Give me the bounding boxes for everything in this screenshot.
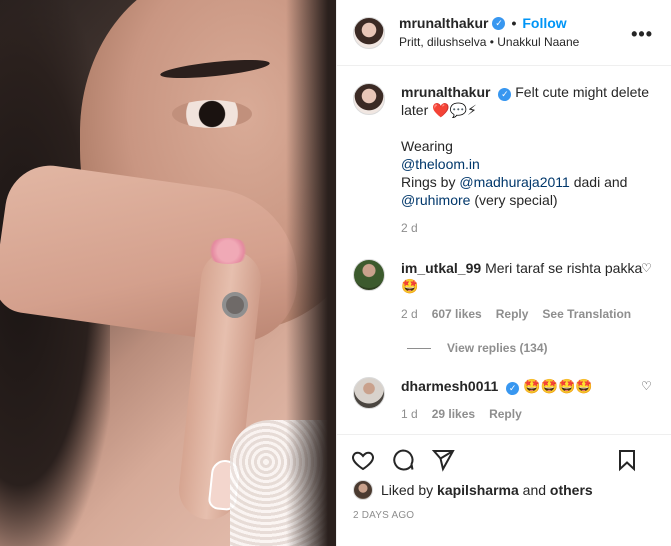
comment-text: 🤩🤩🤩🤩 [523, 378, 593, 394]
caption-emojis: ❤️💬⚡ [432, 102, 477, 118]
liked-by-prefix: Liked by [381, 482, 434, 498]
comment-username[interactable]: dharmesh0011 [401, 378, 498, 394]
see-translation-button[interactable]: See Translation [542, 305, 631, 323]
likes-summary: Liked by kapilsharma and others [353, 480, 655, 500]
more-options-icon[interactable]: ••• [631, 24, 653, 45]
rings-suffix: dadi and [573, 174, 628, 190]
share-paper-plane-icon[interactable] [431, 448, 455, 472]
media-eye [172, 100, 252, 128]
ruhi-tag-link[interactable]: @ruhimore [401, 192, 470, 208]
caption-username[interactable]: mrunalthakur [401, 84, 490, 100]
tagged-people[interactable]: Pritt, dilushselva [399, 35, 486, 49]
media-ring [222, 292, 248, 318]
verified-badge-icon: ✓ [498, 88, 512, 101]
audio-name[interactable]: Unakkul Naane [497, 35, 579, 49]
post-media-image[interactable] [0, 0, 336, 546]
view-replies-button[interactable]: View replies (134) [407, 341, 655, 355]
author-avatar[interactable] [353, 16, 385, 49]
media-hair-right [286, 0, 336, 546]
commenter-avatar[interactable] [353, 377, 385, 409]
reply-button[interactable]: Reply [489, 405, 522, 423]
liked-by-user[interactable]: kapilsharma [437, 482, 519, 498]
post-actions-bar [337, 434, 671, 484]
liked-by-others[interactable]: others [550, 482, 593, 498]
comment-likes[interactable]: 29 likes [432, 405, 475, 423]
comment-time[interactable]: 2 d [401, 305, 418, 323]
caption: mrunalthakur ✓ Felt cute might delete la… [353, 83, 655, 237]
comment-likes[interactable]: 607 likes [432, 305, 482, 323]
comment-item: im_utkal_99 Meri taraf se rishta pakka 🤩… [353, 259, 655, 323]
verified-badge-icon: ✓ [492, 17, 506, 31]
comment-bubble-icon[interactable] [391, 448, 415, 472]
rings-tag-link[interactable]: @madhuraja2011 [459, 174, 569, 190]
post-side-panel: mrunalthakur ✓ • Follow Pritt, dilushsel… [336, 0, 671, 546]
comment-time[interactable]: 1 d [401, 405, 418, 423]
liked-by-and: and [522, 482, 547, 498]
post-timestamp[interactable]: 2 DAYS AGO [353, 510, 414, 521]
media-flower-ring [205, 238, 251, 264]
author-username[interactable]: mrunalthakur [399, 15, 488, 32]
caption-avatar[interactable] [353, 83, 385, 115]
post-header: mrunalthakur ✓ • Follow Pritt, dilushsel… [337, 0, 671, 66]
reply-button[interactable]: Reply [496, 305, 529, 323]
comment-like-heart-icon[interactable]: ♡ [641, 379, 653, 393]
comment-username[interactable]: im_utkal_99 [401, 260, 481, 276]
caption-time[interactable]: 2 d [401, 219, 418, 237]
brand-tag-link[interactable]: @theloom.in [401, 156, 480, 172]
rings-prefix: Rings by [401, 174, 456, 190]
save-bookmark-icon[interactable] [615, 448, 639, 472]
view-replies-label: View replies (134) [447, 341, 548, 355]
ruhi-suffix: (very special) [474, 192, 558, 208]
caption-wearing: Wearing [401, 138, 453, 154]
separator-dot: • [511, 15, 517, 32]
comments-section[interactable]: mrunalthakur ✓ Felt cute might delete la… [337, 67, 671, 433]
follow-button[interactable]: Follow [522, 15, 566, 32]
replies-line [407, 347, 431, 349]
like-heart-icon[interactable] [351, 448, 375, 472]
liker-avatar[interactable] [353, 480, 373, 500]
verified-badge-icon: ✓ [506, 382, 520, 395]
comment-item: dharmesh0011 ✓ 🤩🤩🤩🤩 1 d 29 likes Reply ♡ [353, 377, 655, 423]
author-info: mrunalthakur ✓ • Follow Pritt, dilushsel… [399, 15, 579, 49]
commenter-avatar[interactable] [353, 259, 385, 291]
header-subtitle: Pritt, dilushselva • Unakkul Naane [399, 35, 579, 49]
comment-like-heart-icon[interactable]: ♡ [641, 261, 653, 275]
